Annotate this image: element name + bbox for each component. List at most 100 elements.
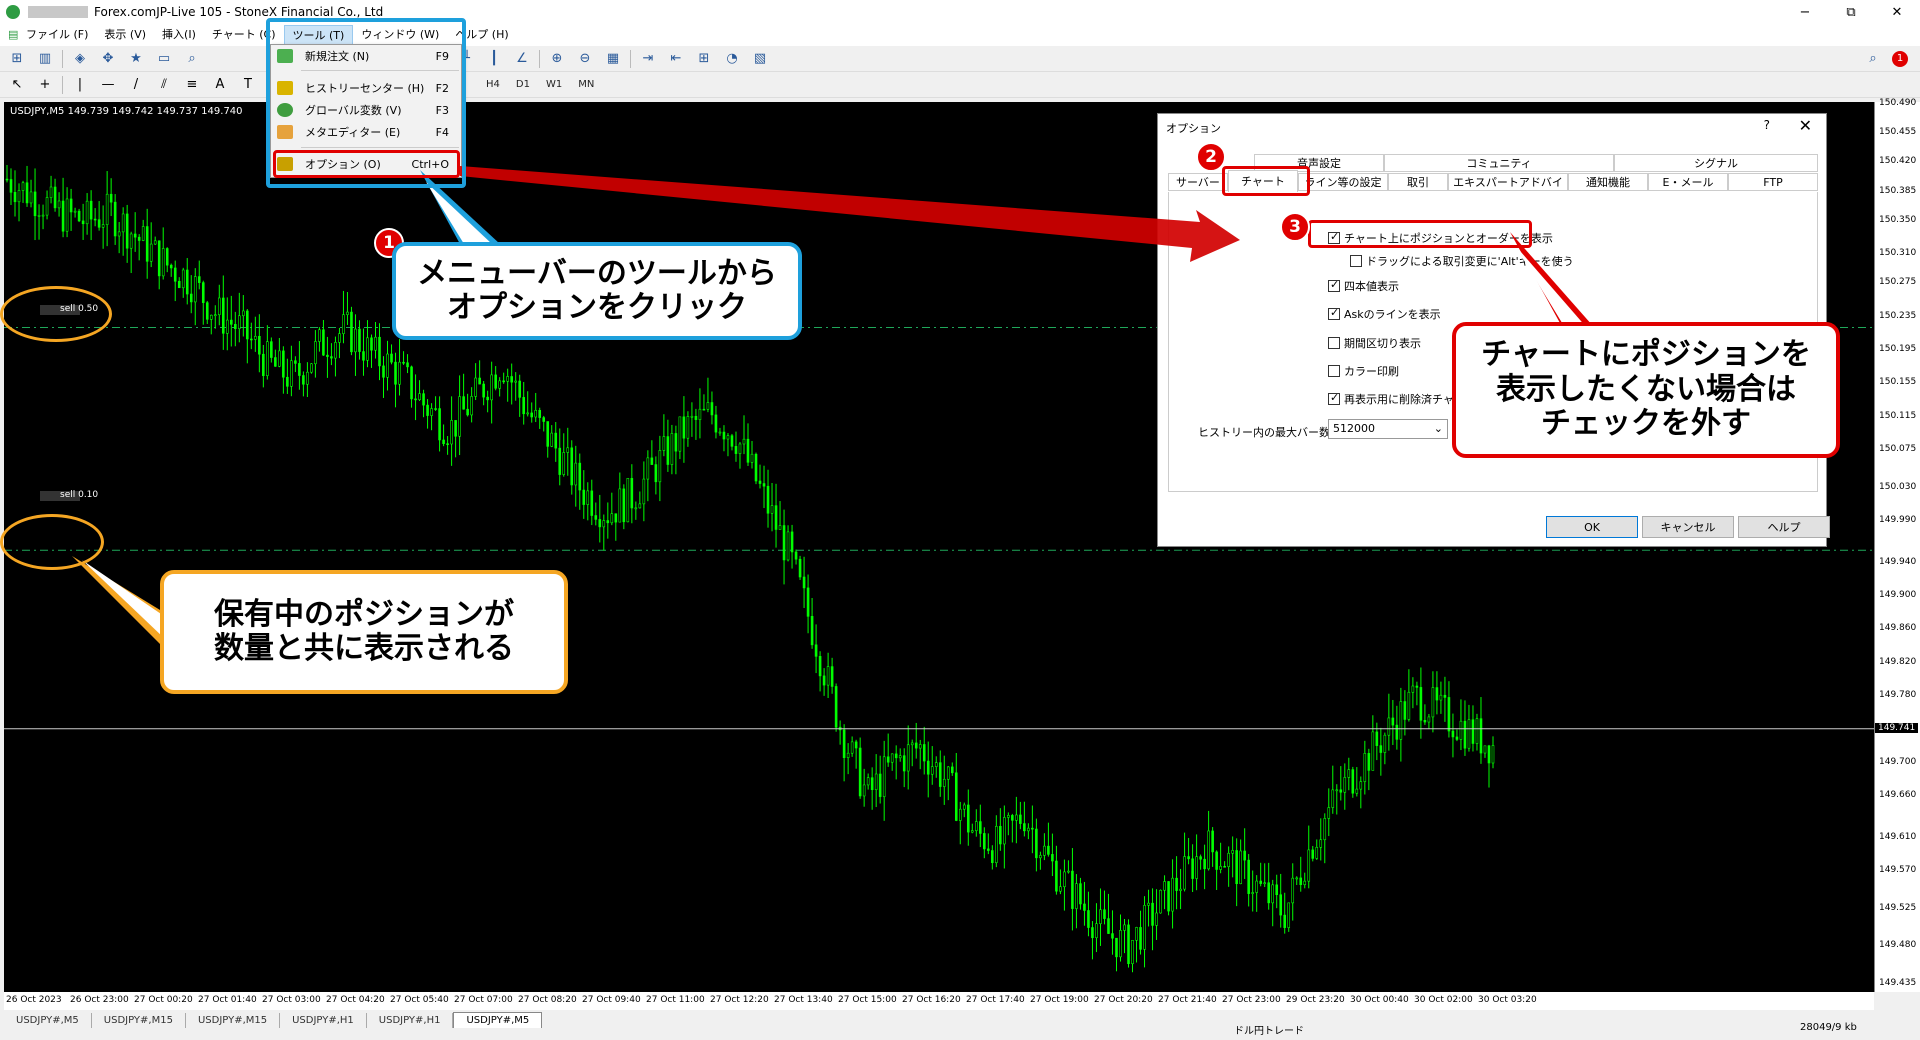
zoom-in-icon[interactable]: ⊕ [546,49,568,69]
tab-expert-advisors[interactable]: エキスパートアドバイザ [1448,173,1568,207]
dialog-close-button[interactable]: ✕ [1799,116,1812,135]
checkbox-box[interactable] [1328,391,1340,405]
maximize-button[interactable]: ⧉ [1828,0,1874,24]
chart-window-icon[interactable]: ▤ [0,25,18,45]
auto-scroll-icon[interactable]: ⇥ [637,49,659,69]
cancel-button[interactable]: キャンセル [1642,516,1734,538]
label-tool-icon[interactable]: T [237,75,259,95]
time-tick-label: 27 Oct 03:00 [262,995,321,1005]
notifications-icon[interactable]: 1 [1892,50,1908,67]
navigator-icon[interactable]: ★ [125,49,147,69]
checkbox-box[interactable] [1328,278,1340,292]
data-window-icon[interactable]: ✥ [97,49,119,69]
menu-insert[interactable]: 挿入(I) [154,25,204,45]
market-watch-icon[interactable]: ◈ [69,49,91,69]
tab-notifications[interactable]: 通知機能 [1568,173,1648,191]
candle-body [802,576,806,589]
checkbox-box[interactable] [1328,365,1340,377]
candle-body [1131,939,1134,965]
candle-body [1431,687,1435,718]
checkbox-save-deleted-charts[interactable]: 再表示用に削除済チャ [1328,391,1454,407]
fibonacci-icon[interactable]: ≡ [181,75,203,95]
chevron-down-icon: ⌄ [1433,422,1443,435]
crosshair-icon[interactable]: + [34,75,56,95]
tab-chart[interactable]: チャート [1228,170,1298,192]
menu-view[interactable]: 表示 (V) [96,25,154,45]
tile-windows-icon[interactable]: ▦ [602,49,624,69]
periods-icon[interactable]: ◔ [721,49,743,69]
minimize-button[interactable]: − [1782,0,1828,24]
candle-body [1351,769,1355,794]
candle-body [1155,912,1158,926]
chart-tab-active[interactable]: USDJPY#,M5 [453,1012,543,1028]
close-window-button[interactable]: ✕ [1874,0,1920,24]
candle-body [890,753,894,763]
tab-trade[interactable]: 取引 [1388,173,1448,191]
candle-body [566,447,570,453]
checkbox-box[interactable] [1328,337,1340,349]
chart-tab[interactable]: USDJPY#,H1 [280,1013,367,1028]
candle-body [1111,933,1114,939]
tab-ftp[interactable]: FTP [1728,173,1818,191]
trendline-icon[interactable]: / [125,75,147,95]
candle-body [302,375,305,385]
candle-body [1091,927,1094,939]
terminal-icon[interactable]: ▭ [153,49,175,69]
candle-body [1335,789,1339,792]
ok-button[interactable]: OK [1546,516,1638,538]
new-chart-icon[interactable]: ⊞ [6,49,28,69]
dialog-help-button[interactable]: ? [1764,118,1770,132]
candle-body [1183,856,1186,890]
tab-server[interactable]: サーバー [1168,173,1228,191]
channel-icon[interactable]: ⫽ [153,75,175,95]
candle-body [674,433,678,452]
horizontal-line-icon[interactable]: — [97,75,119,95]
candle-body [958,808,962,821]
line-chart-icon[interactable]: ∠ [511,49,533,69]
timeframe-mn[interactable]: MN [573,79,599,90]
templates-icon[interactable]: ▧ [749,49,771,69]
candle-chart-icon[interactable]: ┃ [483,49,505,69]
cursor-icon[interactable]: ↖ [6,75,28,95]
zoom-out-icon[interactable]: ⊖ [574,49,596,69]
candle-body [25,182,29,204]
chart-tab[interactable]: USDJPY#,M15 [186,1013,281,1028]
help-button[interactable]: ヘルプ [1738,516,1830,538]
candle-body [730,435,734,447]
chart-shift-icon[interactable]: ⇤ [665,49,687,69]
checkbox-period-separators[interactable]: 期間区切り表示 [1328,335,1421,351]
checkbox-alt-drag[interactable]: ドラッグによる取引変更に'Alt'キーを使う [1350,253,1574,269]
text-tool-icon[interactable]: A [209,75,231,95]
checkbox-box[interactable] [1328,306,1340,320]
tab-signals[interactable]: シグナル [1614,154,1818,172]
candle-body [954,772,958,821]
candle-body [73,210,77,213]
tester-icon[interactable]: ⌕ [181,49,203,69]
timeframe-w1[interactable]: W1 [541,79,567,90]
vertical-line-icon[interactable]: | [69,75,91,95]
candle-body [818,656,822,677]
checkbox-color-print[interactable]: カラー印刷 [1328,363,1399,379]
tab-email[interactable]: E・メール [1648,173,1728,191]
profiles-icon[interactable]: ▥ [34,49,56,69]
timeframe-h4[interactable]: H4 [481,79,505,90]
checkbox-ask-line[interactable]: Askのラインを表示 [1328,306,1441,322]
indicators-icon[interactable]: ⊞ [693,49,715,69]
tab-community[interactable]: コミュニティ [1384,154,1614,172]
chart-tab[interactable]: USDJPY#,M5 [4,1013,92,1028]
price-tick-label: 149.860 [1879,623,1917,634]
candle-body [234,324,237,329]
candle-body [1067,870,1070,873]
tab-objects[interactable]: ライン等の設定 [1298,173,1388,191]
checkbox-ohlc[interactable]: 四本値表示 [1328,278,1399,294]
menu-file[interactable]: ファイル (F) [18,25,96,45]
timeframe-d1[interactable]: D1 [511,79,535,90]
max-bars-select[interactable]: 512000 ⌄ [1328,419,1448,439]
chart-tab[interactable]: USDJPY#,M15 [92,1013,186,1028]
checkbox-box[interactable] [1350,255,1362,267]
chart-tab[interactable]: USDJPY#,H1 [367,1013,454,1028]
candle-body [238,315,241,329]
candle-body [991,850,994,864]
search-icon[interactable]: ⌕ [1862,49,1884,69]
candle-body [1291,877,1295,904]
